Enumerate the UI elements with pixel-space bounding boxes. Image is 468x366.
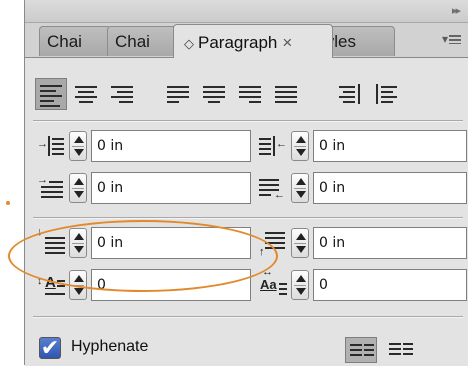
hyphenate-label: Hyphenate xyxy=(71,338,149,355)
drop-cap-chars-icon: ↔ Aa xyxy=(259,266,287,299)
collapse-panel-icon[interactable]: ▸▸ xyxy=(452,4,461,17)
left-indent-input[interactable]: 0 in xyxy=(91,130,251,162)
justify-center-button[interactable] xyxy=(199,78,231,110)
align-away-from-spine-button[interactable] xyxy=(371,78,403,110)
tab-character-styles[interactable]: Chai xyxy=(107,26,179,56)
separator xyxy=(33,217,463,219)
right-indent-input[interactable]: 0 in xyxy=(313,130,467,162)
drop-cap-lines-input[interactable]: 0 xyxy=(91,269,251,301)
separator xyxy=(33,120,463,122)
space-before-icon: ↓ xyxy=(37,226,65,257)
tab-paragraph-label: Paragraph xyxy=(198,33,278,52)
drop-cap-lines-stepper[interactable] xyxy=(69,270,87,300)
justify-left-button[interactable] xyxy=(163,78,195,110)
left-indent-stepper[interactable] xyxy=(69,131,87,161)
align-toward-spine-button[interactable] xyxy=(335,78,367,110)
left-indent-icon: → xyxy=(37,132,65,160)
right-indent-stepper[interactable] xyxy=(291,131,309,161)
first-line-indent-icon: → xyxy=(37,174,65,202)
annotation-dot xyxy=(6,201,10,205)
separator xyxy=(33,316,463,318)
tab-paragraph[interactable]: ◇ Paragraph × xyxy=(173,24,333,58)
space-after-icon: ↑ xyxy=(259,229,287,258)
align-center-button[interactable] xyxy=(71,78,103,110)
justify-all-button[interactable] xyxy=(271,78,303,110)
drop-cap-letter: A xyxy=(45,274,56,291)
tab-character[interactable]: Chai xyxy=(39,26,111,56)
panel-menu-icon[interactable]: ▾ xyxy=(442,32,461,46)
space-after-input[interactable]: 0 in xyxy=(313,227,467,259)
close-tab-icon[interactable]: × xyxy=(282,33,292,52)
justify-right-button[interactable] xyxy=(235,78,267,110)
align-right-button[interactable] xyxy=(107,78,139,110)
paragraph-panel: ▸▸ Chai Chai tyles ◇ Paragraph × ▾ → 0 i… xyxy=(24,0,468,366)
last-line-indent-icon: ← xyxy=(259,174,287,202)
drop-cap-chars-stepper[interactable] xyxy=(291,270,309,300)
diamond-icon: ◇ xyxy=(184,36,194,51)
single-line-composer-button[interactable] xyxy=(345,337,377,363)
space-before-input[interactable]: 0 in xyxy=(91,227,251,259)
align-left-button[interactable] xyxy=(35,78,67,110)
first-line-indent-stepper[interactable] xyxy=(69,173,87,203)
first-line-indent-input[interactable]: 0 in xyxy=(91,172,251,204)
hyphenate-checkbox[interactable]: ✔ xyxy=(39,337,61,359)
panel-title-bar: ▸▸ xyxy=(25,0,468,23)
panel-content: → 0 in ← 0 in → 0 in ← 0 in ↓ 0 in ↑ 0 i… xyxy=(25,57,468,366)
space-before-stepper[interactable] xyxy=(69,228,87,258)
last-line-indent-stepper[interactable] xyxy=(291,173,309,203)
alignment-buttons xyxy=(35,78,465,112)
drop-cap-lines-icon: ↕ A xyxy=(37,271,65,299)
space-after-stepper[interactable] xyxy=(291,228,309,258)
drop-cap-chars-letters: Aa xyxy=(260,277,277,292)
right-indent-icon: ← xyxy=(259,132,287,160)
drop-cap-chars-input[interactable]: 0 xyxy=(313,269,467,301)
last-line-indent-input[interactable]: 0 in xyxy=(313,172,467,204)
multi-line-composer-button[interactable] xyxy=(385,337,417,363)
